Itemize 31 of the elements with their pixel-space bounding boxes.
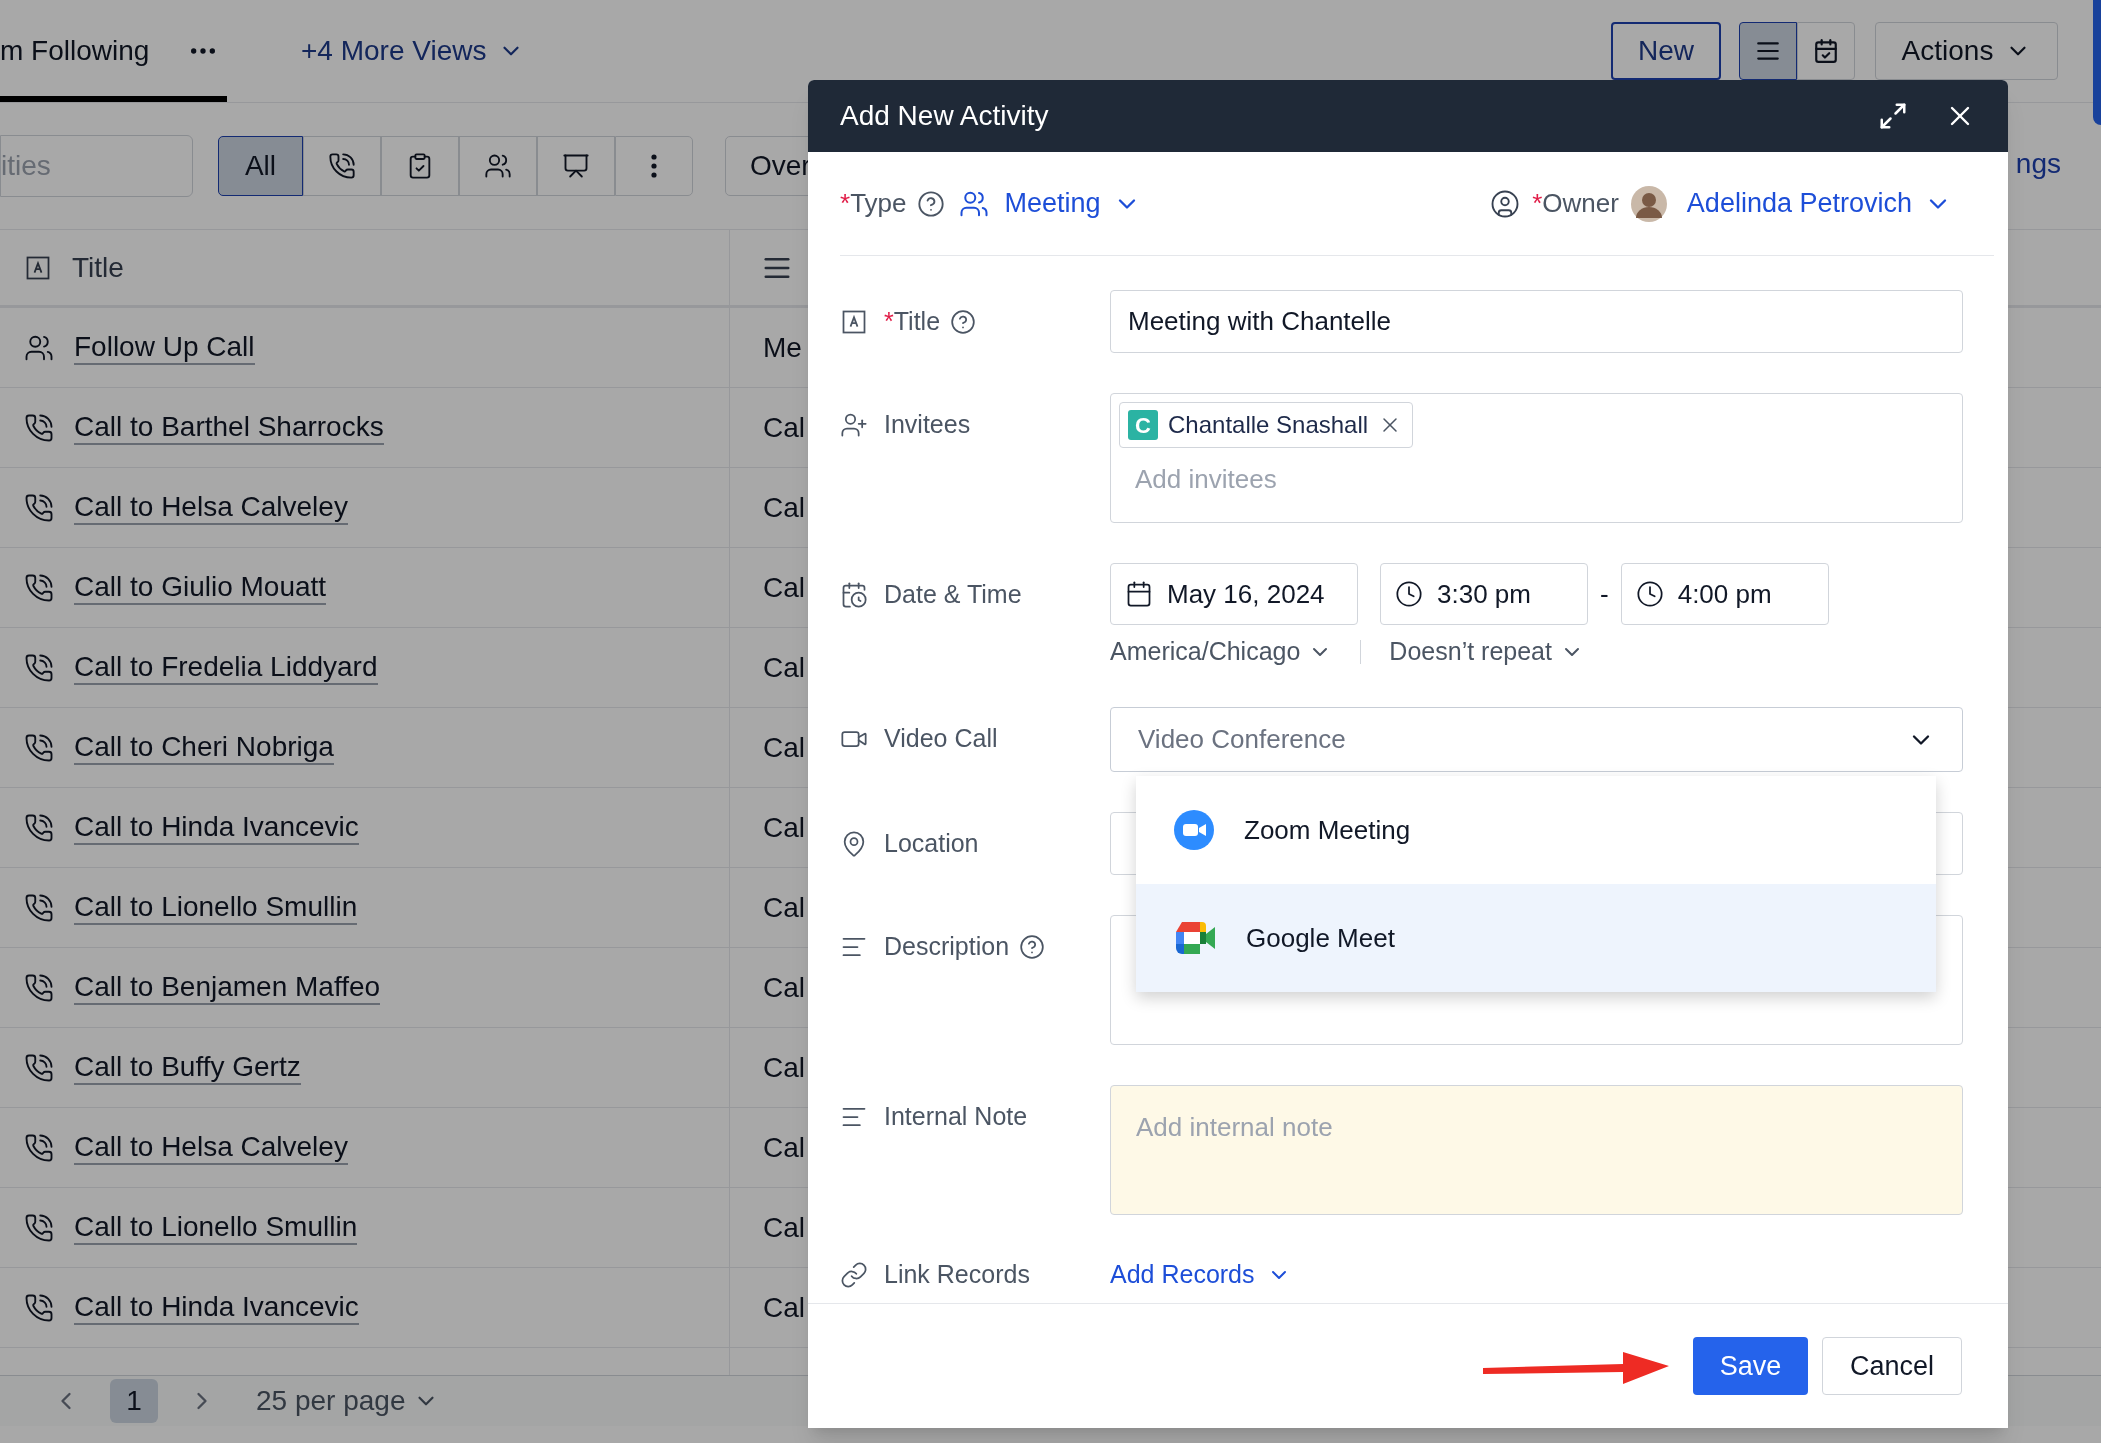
table-cell-text: Me: [763, 330, 802, 365]
time-value: 3:30 pm: [1437, 577, 1531, 611]
field-label: Internal Note: [884, 1100, 1028, 1132]
field-label: Location: [884, 827, 979, 859]
time-value: 4:00 pm: [1677, 577, 1772, 611]
time-separator: -: [1600, 577, 1609, 611]
table-cell-text: Cal: [763, 410, 805, 445]
field-label: Description: [884, 930, 1010, 962]
table-cell-text: Cal: [763, 1290, 805, 1325]
table-cell-text: Cal: [763, 650, 805, 685]
modal-title: Add New Activity: [840, 99, 1050, 133]
table-cell-text: Cal: [763, 810, 805, 845]
invitee-name: Chantalle Snashall: [1168, 410, 1369, 440]
table-cell-text: Cal: [763, 490, 805, 525]
table-cell-text: Cal: [763, 1130, 805, 1165]
table-cell-text: Cal: [763, 890, 805, 925]
date-value: May 16, 2024: [1167, 577, 1325, 611]
field-label: *Title: [884, 305, 941, 337]
column-header: Title: [72, 250, 124, 285]
table-cell-text: Cal: [763, 1050, 805, 1085]
table-cell-text: Cal: [763, 730, 805, 765]
table-cell-text: Cal: [763, 570, 805, 605]
field-label: Invitees: [884, 408, 971, 440]
owner-label: *Owner: [1532, 187, 1619, 220]
initial-avatar: C: [1128, 410, 1158, 440]
field-label: Video Call: [884, 722, 998, 754]
invitees-placeholder: Add invitees: [1134, 463, 1278, 496]
field-label: Date & Time: [884, 578, 1022, 610]
field-label: Link Records: [884, 1259, 1030, 1291]
table-cell-text: Cal: [763, 1210, 805, 1245]
table-cell-text: Cal: [763, 970, 805, 1005]
